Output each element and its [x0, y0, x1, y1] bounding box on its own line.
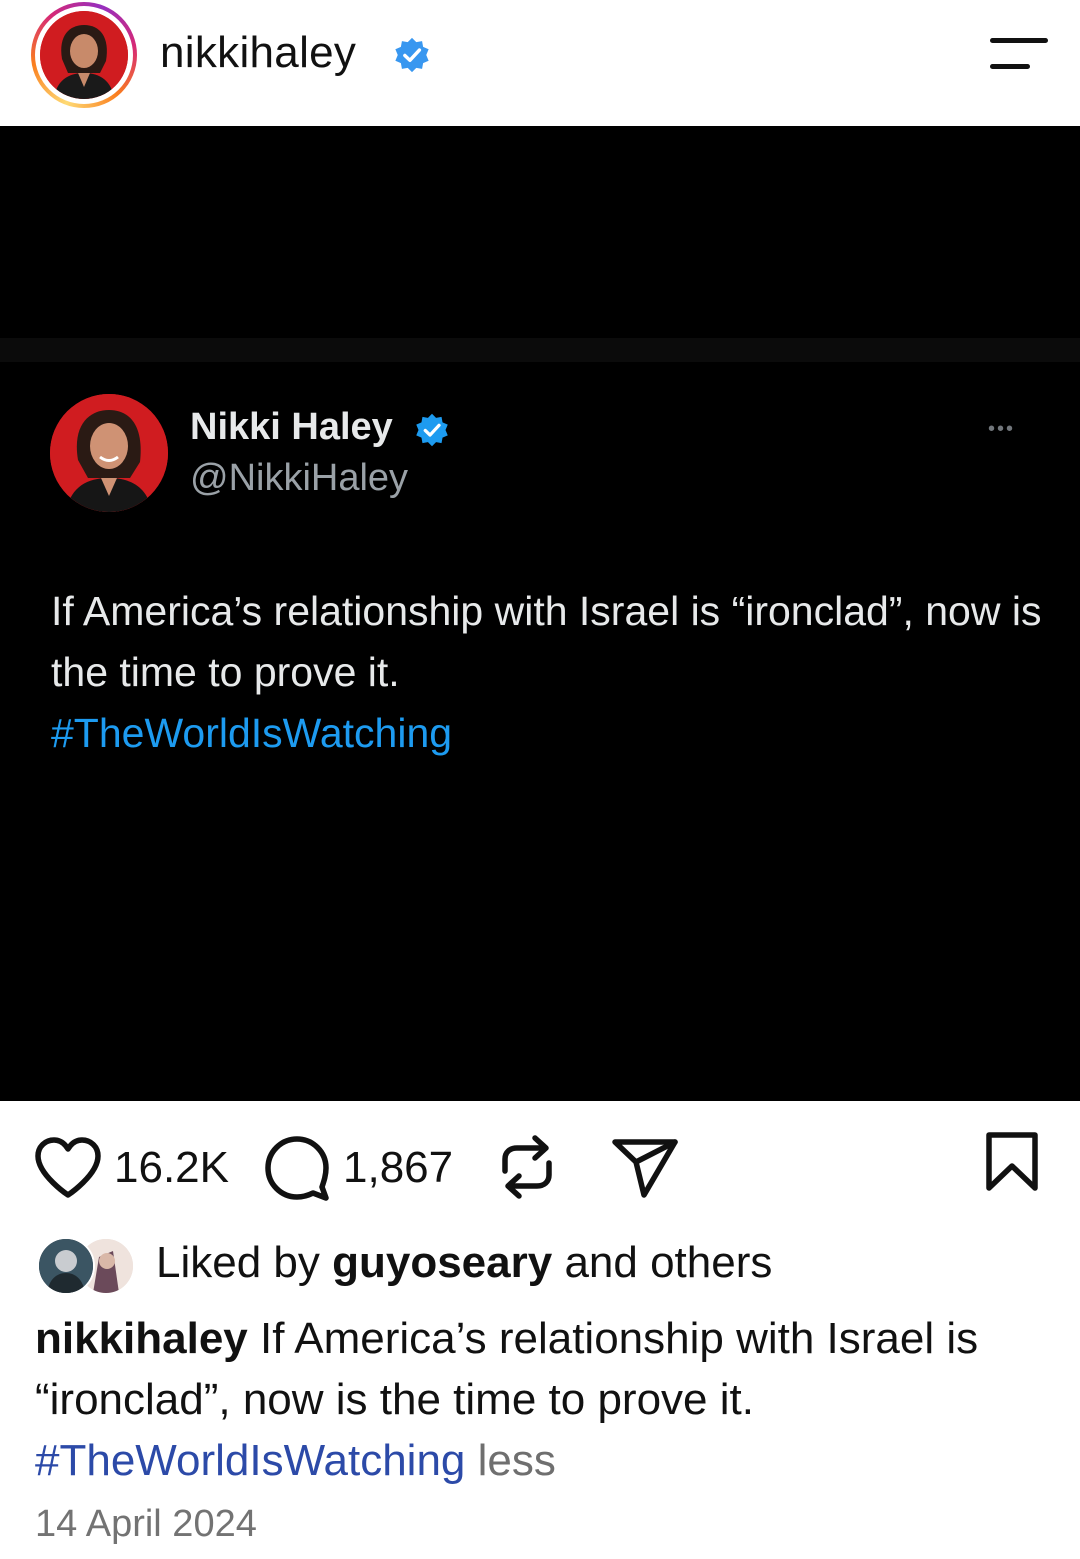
bookmark-icon[interactable]: [984, 1131, 1040, 1193]
post-date: 14 April 2024: [35, 1503, 257, 1545]
repost-icon[interactable]: [497, 1133, 557, 1201]
action-bar: 16.2K 1,867: [0, 1101, 1080, 1231]
tweet-text: If America’s relationship with Israel is…: [51, 581, 1051, 764]
more-icon: •••: [988, 418, 1016, 440]
avatar: [37, 1237, 95, 1295]
profile-header: nikkihaley: [0, 0, 1080, 126]
tweet-hashtag: #TheWorldIsWatching: [51, 710, 453, 756]
comments-count[interactable]: 1,867: [343, 1143, 453, 1193]
liked-by-user[interactable]: guyoseary: [332, 1238, 552, 1287]
caption-hashtag[interactable]: #TheWorldIsWatching: [35, 1436, 465, 1485]
post-image[interactable]: Nikki Haley @NikkiHaley ••• If America’s…: [0, 126, 1080, 1101]
liked-by-prefix: Liked by: [156, 1238, 333, 1287]
caption-username[interactable]: nikkihaley: [35, 1314, 248, 1363]
caption: nikkihaley If America’s relationship wit…: [35, 1308, 1055, 1491]
tweet-body: If America’s relationship with Israel is…: [51, 588, 1042, 695]
liked-by-avatars[interactable]: [37, 1237, 137, 1295]
likes-count[interactable]: 16.2K: [114, 1143, 229, 1193]
less-button[interactable]: less: [465, 1436, 556, 1485]
profile-avatar[interactable]: [31, 2, 137, 108]
verified-badge-icon: [395, 37, 429, 73]
tweet-handle: @NikkiHaley: [190, 457, 409, 499]
verified-badge-icon: [416, 413, 448, 447]
liked-by-suffix: and others: [552, 1238, 773, 1287]
username[interactable]: nikkihaley: [160, 28, 356, 78]
tweet-author-name: Nikki Haley: [190, 406, 393, 448]
liked-by-text[interactable]: Liked by guyoseary and others: [156, 1238, 772, 1288]
comment-icon[interactable]: [264, 1135, 330, 1201]
heart-icon[interactable]: [34, 1137, 102, 1199]
share-icon[interactable]: [611, 1137, 679, 1199]
tweet-avatar: [50, 394, 168, 512]
menu-icon[interactable]: [988, 38, 1048, 72]
divider: [0, 338, 1080, 362]
